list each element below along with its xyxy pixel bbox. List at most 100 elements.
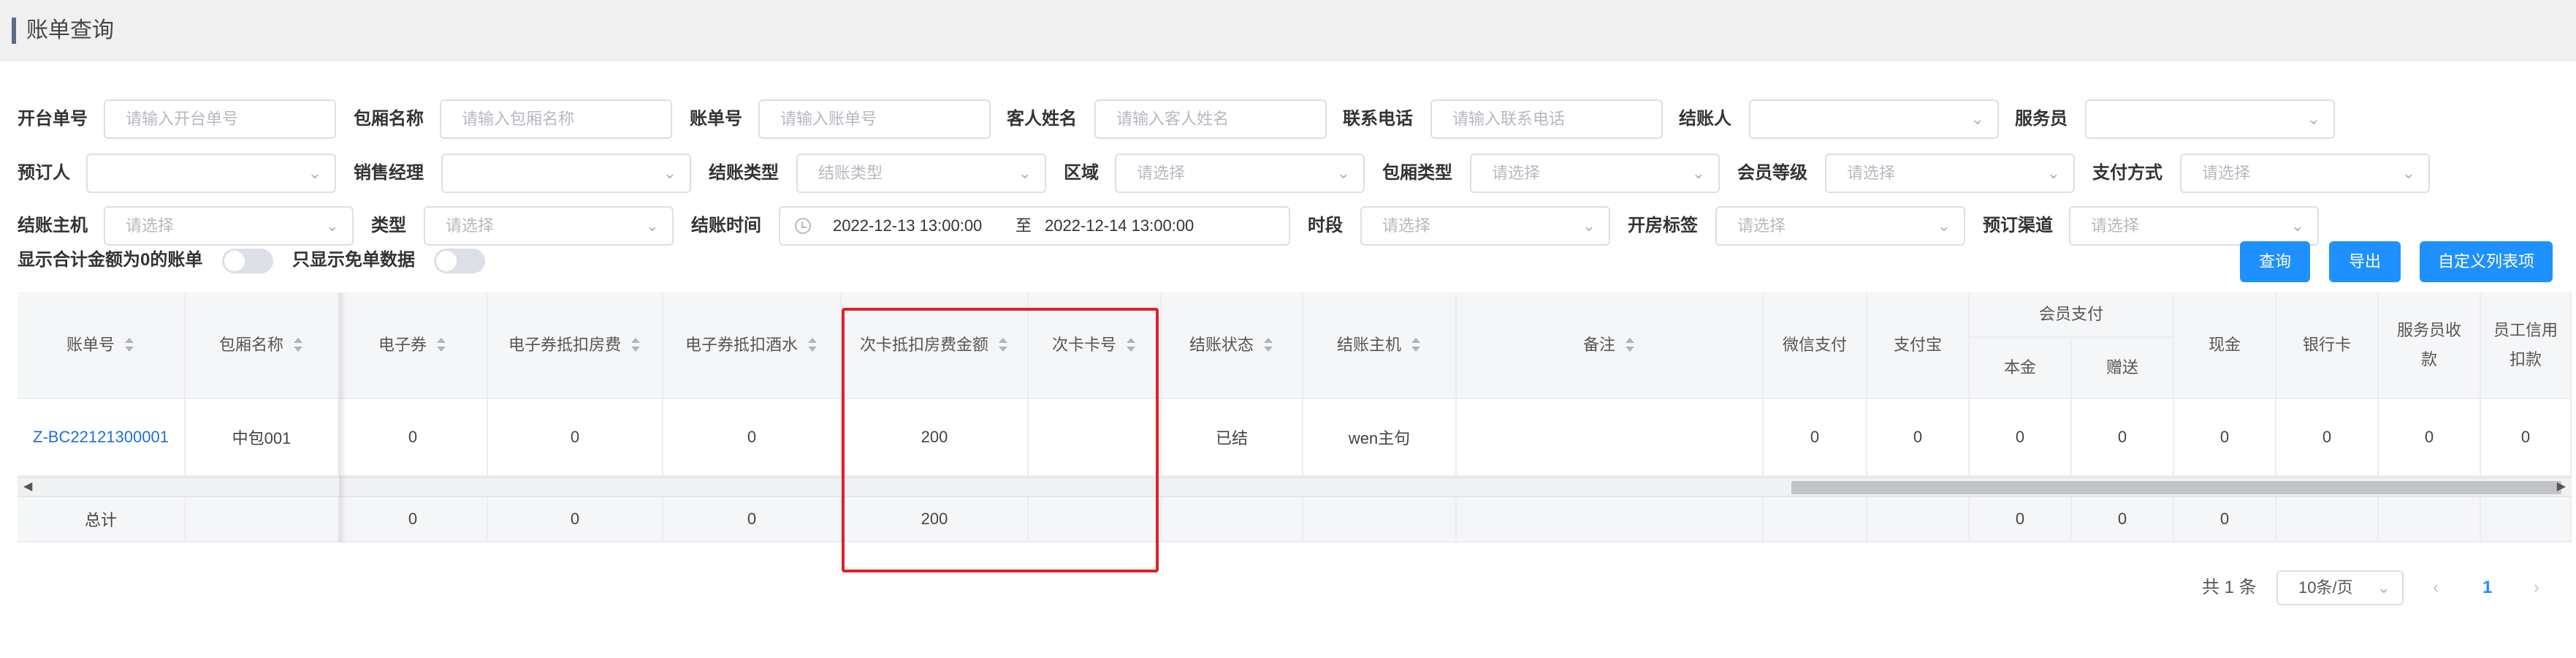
chevron-down-icon: ⌄: [2306, 110, 2320, 128]
member-level-select[interactable]: 请选择 ⌄: [1825, 154, 2075, 193]
table-footer-cell: [1764, 497, 1867, 542]
query-button[interactable]: 查询: [2240, 241, 2310, 282]
chevron-down-icon: ⌄: [1937, 216, 1951, 235]
page-size-value: 10条/页: [2298, 578, 2353, 597]
sales-manager-label: 销售经理: [354, 163, 424, 183]
table-footer-label: 总计: [18, 497, 186, 542]
area-placeholder: 请选择: [1137, 164, 1186, 182]
table-cell-ecoupon: 0: [339, 399, 488, 477]
booking-channel-select[interactable]: 请选择 ⌄: [2069, 206, 2319, 246]
sort-icon[interactable]: [1624, 337, 1636, 353]
scroll-left-icon[interactable]: ◀: [23, 478, 32, 496]
column-header-principal: 本金: [1970, 338, 2072, 399]
room-type-select[interactable]: 请选择 ⌄: [1470, 154, 1720, 193]
area-select[interactable]: 请选择 ⌄: [1115, 154, 1365, 193]
next-page-icon[interactable]: ›: [2534, 570, 2539, 605]
table-cell-ecoupon-room: 0: [488, 399, 663, 477]
guest-name-label: 客人姓名: [1007, 109, 1077, 129]
payment-method-placeholder: 请选择: [2202, 164, 2251, 182]
table-footer-ecoupon-drink: 0: [663, 497, 842, 542]
sort-icon[interactable]: [807, 337, 818, 353]
open-order-no-input[interactable]: 请输入开台单号: [104, 99, 336, 139]
only-free-switch[interactable]: [434, 249, 485, 273]
sort-icon[interactable]: [630, 337, 641, 353]
table-footer-cell: [1457, 497, 1764, 542]
payment-method-select[interactable]: 请选择 ⌄: [2180, 154, 2430, 193]
checkout-time-start[interactable]: 2022-12-13 13:00:00: [833, 208, 982, 244]
chevron-down-icon: ⌄: [1336, 164, 1350, 182]
switch-knob: [436, 251, 457, 271]
checkout-time-end[interactable]: 2022-12-14 13:00:00: [1045, 208, 1194, 244]
chevron-down-icon: ⌄: [325, 216, 339, 235]
chevron-down-icon: ⌄: [2401, 164, 2415, 182]
checkout-type-select[interactable]: 结账类型 ⌄: [796, 154, 1046, 193]
scroll-right-icon[interactable]: ▶: [2557, 478, 2566, 496]
sort-icon[interactable]: [435, 337, 447, 353]
table-cell-waiter-collect: 0: [2379, 399, 2481, 477]
only-free-label: 只显示免单数据: [292, 250, 415, 270]
booker-select[interactable]: ⌄: [86, 154, 336, 193]
time-slot-placeholder: 请选择: [1382, 216, 1431, 235]
checkout-type-label: 结账类型: [709, 163, 779, 183]
booker-label: 预订人: [18, 163, 70, 183]
table-footer-cell: [1303, 497, 1457, 542]
column-header-remark[interactable]: 备注: [1457, 292, 1764, 399]
phone-input[interactable]: 请输入联系电话: [1430, 99, 1663, 139]
show-zero-total-label: 显示合计金额为0的账单: [18, 250, 203, 270]
column-header-ecoupon-drink[interactable]: 电子券抵扣酒水: [663, 292, 842, 399]
page-size-select[interactable]: 10条/页 ⌄: [2276, 570, 2404, 605]
horizontal-scrollbar[interactable]: ◀ ▶: [18, 477, 2572, 497]
table-footer-cell: [2481, 497, 2572, 542]
table-cell-bank-card: 0: [2276, 399, 2379, 477]
table-footer-ecoupon-room: 0: [488, 497, 663, 542]
page-number-current[interactable]: 1: [2482, 570, 2492, 605]
room-name-input[interactable]: 请输入包厢名称: [440, 99, 672, 139]
title-bar: 账单查询: [0, 0, 2576, 61]
sort-icon[interactable]: [123, 337, 135, 353]
column-header-status[interactable]: 结账状态: [1162, 292, 1303, 399]
table-cell-staff-credit: 0: [2481, 399, 2572, 477]
table-footer-cash: 0: [2174, 497, 2276, 542]
show-zero-total-switch[interactable]: [222, 249, 273, 273]
sort-icon[interactable]: [1410, 337, 1422, 353]
column-header-bill-no[interactable]: 账单号: [18, 292, 186, 399]
guest-name-input[interactable]: 请输入客人姓名: [1094, 99, 1327, 139]
checkout-type-placeholder: 结账类型: [818, 164, 883, 182]
column-header-room-name[interactable]: 包厢名称: [186, 292, 339, 399]
sort-icon[interactable]: [1262, 337, 1274, 353]
prev-page-icon[interactable]: ‹: [2433, 570, 2439, 605]
scrollbar-thumb[interactable]: [1791, 481, 2561, 494]
pagination-total: 共 1 条: [2202, 578, 2257, 597]
table-footer-cell: [2276, 497, 2379, 542]
checkout-host-select[interactable]: 请选择 ⌄: [104, 206, 354, 246]
column-header-cash: 现金: [2174, 292, 2276, 399]
checkout-person-label: 结账人: [1679, 109, 1731, 129]
open-tag-select[interactable]: 请选择 ⌄: [1715, 206, 1965, 246]
column-header-ecoupon-room[interactable]: 电子券抵扣房费: [488, 292, 663, 399]
bill-no-link[interactable]: Z-BC22121300001: [18, 399, 186, 477]
room-name-label: 包厢名称: [354, 109, 424, 129]
sales-manager-select[interactable]: ⌄: [441, 154, 691, 193]
column-header-host[interactable]: 结账主机: [1303, 292, 1457, 399]
checkout-time-label: 结账时间: [691, 216, 761, 235]
table-cell-status: 已结: [1162, 399, 1303, 477]
custom-columns-button[interactable]: 自定义列表项: [2420, 241, 2553, 282]
checkout-host-placeholder: 请选择: [126, 216, 175, 235]
open-tag-placeholder: 请选择: [1737, 216, 1786, 235]
type-select[interactable]: 请选择 ⌄: [424, 206, 674, 246]
export-button[interactable]: 导出: [2329, 241, 2401, 282]
time-slot-select[interactable]: 请选择 ⌄: [1360, 206, 1610, 246]
checkout-time-range-picker[interactable]: 2022-12-13 13:00:00 至 2022-12-14 13:00:0…: [779, 206, 1290, 246]
highlight-box: [842, 308, 1159, 572]
waiter-select[interactable]: ⌄: [2085, 99, 2335, 139]
column-header-ecoupon[interactable]: 电子券: [339, 292, 488, 399]
table-cell-alipay: 0: [1867, 399, 1970, 477]
bill-no-input[interactable]: 请输入账单号: [758, 99, 991, 139]
type-label: 类型: [371, 216, 406, 235]
title-accent-bar: [12, 18, 16, 44]
checkout-person-select[interactable]: ⌄: [1749, 99, 1999, 139]
table-cell-host: wen主句: [1303, 399, 1457, 477]
table-footer-gift: 0: [2072, 497, 2174, 542]
table-cell-cash: 0: [2174, 399, 2276, 477]
sort-icon[interactable]: [292, 337, 304, 353]
